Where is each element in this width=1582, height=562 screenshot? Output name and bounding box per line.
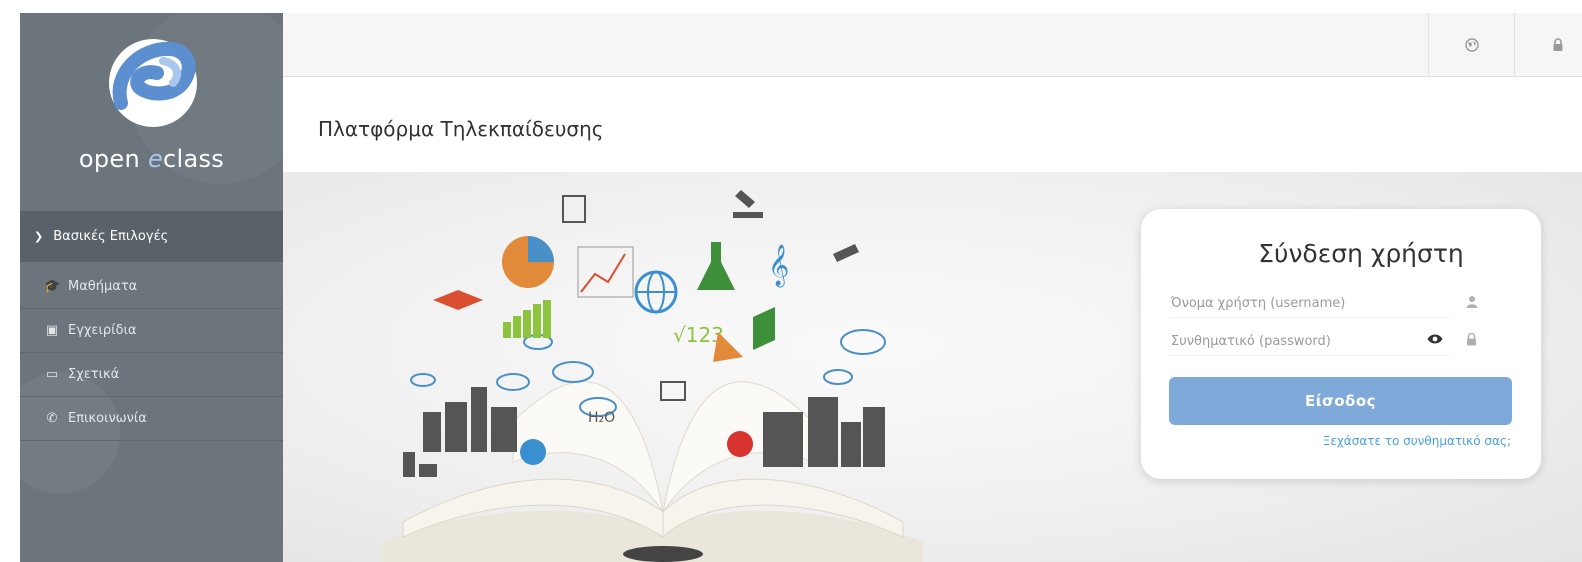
top-bar	[283, 13, 1582, 77]
svg-text:𝄞: 𝄞	[768, 244, 789, 287]
menu-section-header[interactable]: ❯ Βασικές Επιλογές	[20, 211, 283, 262]
login-panel: Σύνδεση χρήστη Είσοδος Ξεχάσατε το συνθη…	[1141, 209, 1541, 479]
sidebar-item-label: Εγχειρίδια	[68, 323, 137, 338]
username-input[interactable]	[1169, 294, 1413, 312]
hero-banner: 𝄞 √123 H₂O Σύνδεση χρήστη Όνομα χρήστη (…	[283, 172, 1582, 562]
sidebar-item-contact[interactable]: ✆ Επικοινωνία	[20, 397, 283, 441]
language-button[interactable]	[1428, 13, 1515, 76]
sidebar-item-label: Επικοινωνία	[68, 411, 147, 426]
sidebar-item-courses[interactable]: 🎓 Μαθήματα	[20, 265, 283, 309]
title-bar: Πλατφόρμα Τηλεκπαίδευσης	[283, 77, 1582, 172]
graduation-cap-icon: 🎓	[44, 279, 61, 294]
logo-icon	[109, 39, 197, 127]
credit-card-icon: ▭	[45, 367, 59, 382]
page-title: Πλατφόρμα Τηλεκπαίδευσης	[318, 117, 604, 141]
h2o-label: H₂O	[588, 410, 615, 426]
forgot-password-link[interactable]: Ξεχάσατε το συνθηματικό σας;	[1323, 434, 1511, 448]
sidebar: open eclass ❯ Βασικές Επιλογές 🎓 Μαθήματ…	[20, 13, 283, 562]
login-button[interactable]: Είσοδος	[1169, 377, 1512, 425]
login-lock-button[interactable]	[1514, 13, 1582, 76]
open-book-illustration: 𝄞 √123 H₂O	[383, 190, 923, 562]
password-input[interactable]	[1169, 332, 1413, 350]
menu-section-label: Βασικές Επιλογές	[53, 229, 169, 244]
username-field[interactable]	[1169, 289, 1449, 318]
sidebar-item-label: Μαθήματα	[68, 279, 138, 294]
file-video-icon: ▣	[45, 323, 59, 338]
app-frame: open eclass ❯ Βασικές Επιλογές 🎓 Μαθήματ…	[20, 13, 1582, 562]
user-icon	[1466, 295, 1478, 311]
sidebar-item-label: Σχετικά	[68, 367, 120, 382]
show-password-eye-icon[interactable]	[1427, 333, 1443, 348]
login-title: Σύνδεση χρήστη	[1258, 239, 1464, 268]
chevron-down-icon: ❯	[34, 230, 44, 243]
globe-icon	[1465, 37, 1479, 52]
lock-icon	[1466, 332, 1477, 349]
open-eclass-logo[interactable]: open eclass	[20, 13, 283, 211]
phone-icon: ✆	[46, 411, 58, 426]
password-field[interactable]	[1169, 327, 1449, 356]
sidebar-item-manuals[interactable]: ▣ Εγχειρίδια	[20, 309, 283, 353]
logo-text: open eclass	[78, 145, 225, 173]
lock-icon	[1553, 37, 1563, 51]
sidebar-item-about[interactable]: ▭ Σχετικά	[20, 353, 283, 397]
